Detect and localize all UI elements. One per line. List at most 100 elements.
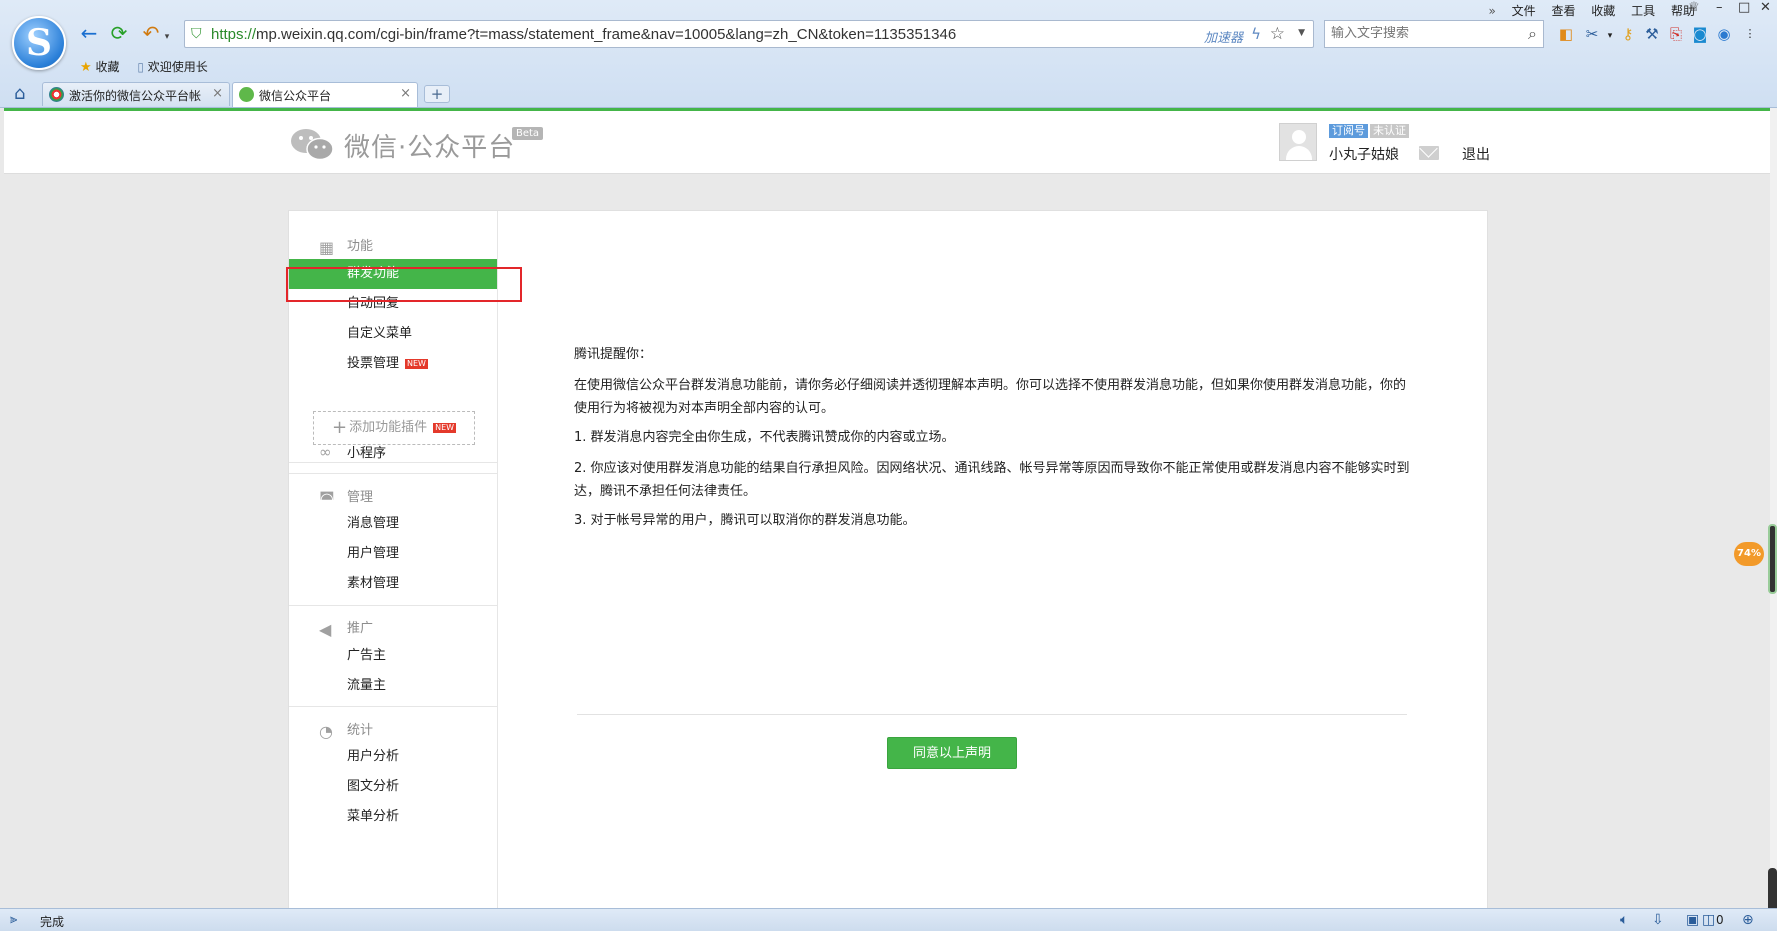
back-arrow-icon[interactable]: ← xyxy=(78,22,100,44)
scissors-dropdown-icon[interactable]: ▾ xyxy=(1600,26,1620,46)
plus-icon: + xyxy=(331,417,348,438)
undo-icon[interactable]: ↶ xyxy=(140,22,162,44)
overflow-icon[interactable]: ⋮ xyxy=(1740,24,1760,44)
skin-icon[interactable]: ♕ xyxy=(1688,0,1700,15)
section-functions-label: 功能 xyxy=(347,239,374,254)
sidebar-item-publisher[interactable]: 流量主 xyxy=(289,671,497,701)
flash-icon[interactable]: ϟ xyxy=(1251,25,1261,43)
statement-intro: 在使用微信公众平台群发消息功能前，请你务必仔细阅读并透彻理解本声明。你可以选择不… xyxy=(574,378,1407,416)
bookmark-favorites[interactable]: ★ 收藏 xyxy=(80,58,120,75)
menu-tools[interactable]: 工具 xyxy=(1631,4,1655,18)
new-tab-button[interactable]: + xyxy=(424,85,450,103)
section-functions: ▦ 功能 xyxy=(319,235,373,256)
document-icon: ▯ xyxy=(137,60,144,74)
sidebar-item-mass-send[interactable]: 群发功能 xyxy=(289,259,497,289)
sidebar-item-miniprogram[interactable]: ∞ 小程序 xyxy=(289,437,497,467)
minimize-button[interactable]: – xyxy=(1716,0,1723,15)
sidebar-item-custom-menu[interactable]: 自定义菜单 xyxy=(289,319,497,349)
browser-logo-icon[interactable]: S xyxy=(12,16,66,70)
divider xyxy=(289,706,497,707)
logout-link[interactable]: 退出 xyxy=(1462,144,1490,164)
wrench-icon[interactable]: ⚒ xyxy=(1642,24,1662,44)
more-apps-icon[interactable]: ◉ xyxy=(1714,24,1734,44)
section-manage: ◚ 管理 xyxy=(319,486,373,507)
inbox-icon: ◚ xyxy=(319,489,335,508)
sidebar-item-menu-analysis[interactable]: 菜单分析 xyxy=(289,802,497,832)
divider xyxy=(289,473,497,474)
statement-area: 腾讯提醒你： 在使用微信公众平台群发消息功能前，请你务必仔细阅读并透彻理解本声明… xyxy=(499,211,1487,911)
account-name[interactable]: 小丸子姑娘 xyxy=(1329,144,1399,164)
search-icon[interactable]: ⌕ xyxy=(1528,24,1537,44)
home-icon[interactable]: ⌂ xyxy=(14,83,25,104)
sidebar-item-vote-manage[interactable]: 投票管理 NEW xyxy=(289,349,497,379)
address-bar[interactable]: ⛉ https://mp.weixin.qq.com/cgi-bin/frame… xyxy=(184,20,1314,48)
sidebar-item-advertiser[interactable]: 广告主 xyxy=(289,641,497,671)
maximize-button[interactable]: □ xyxy=(1738,0,1750,15)
sidebar-item-materials[interactable]: 素材管理 xyxy=(289,569,497,599)
statement-point-3: 3. 对于帐号异常的用户，腾讯可以取消你的群发消息功能。 xyxy=(574,513,916,528)
sidebar-item-article-analysis[interactable]: 图文分析 xyxy=(289,772,497,802)
translate-icon[interactable]: ⎘ xyxy=(1666,24,1686,44)
close-window-button[interactable]: ✕ xyxy=(1760,0,1771,15)
sidebar-toggle-icon[interactable]: ◧ xyxy=(1556,24,1576,44)
sidebar-item-messages[interactable]: 消息管理 xyxy=(289,509,497,539)
star-icon: ★ xyxy=(80,60,92,75)
divider xyxy=(289,605,497,606)
mail-icon[interactable] xyxy=(1419,146,1439,160)
play-icon[interactable]: ⫸ xyxy=(10,912,17,927)
url-text[interactable]: https://mp.weixin.qq.com/cgi-bin/frame?t… xyxy=(211,26,956,43)
reload-icon[interactable]: ⟳ xyxy=(108,22,130,44)
menu-file[interactable]: 文件 xyxy=(1512,4,1536,18)
section-promote-label: 推广 xyxy=(347,621,374,636)
agree-statement-button[interactable]: 同意以上声明 xyxy=(887,737,1017,769)
wechat-icon xyxy=(239,87,254,102)
avatar[interactable] xyxy=(1279,123,1317,161)
new-badge: NEW xyxy=(405,359,428,369)
new-badge: NEW xyxy=(433,423,457,433)
scrollbar[interactable] xyxy=(1770,108,1777,908)
sidebar-item-auto-reply[interactable]: 自动回复 xyxy=(289,289,497,319)
status-text: 完成 xyxy=(40,915,65,929)
browser-chrome: S ← ⟳ ↶ ▾ ⛉ https://mp.weixin.qq.com/cgi… xyxy=(0,0,1777,108)
undo-dropdown-icon[interactable]: ▾ xyxy=(162,26,172,48)
section-manage-label: 管理 xyxy=(347,490,374,505)
sidebar-item-user-analysis[interactable]: 用户分析 xyxy=(289,742,497,772)
url-protocol: https:// xyxy=(211,26,257,43)
scissors-icon[interactable]: ✂ xyxy=(1582,24,1602,44)
tab-bar: ⌂ 激活你的微信公众平台帐 × 微信公众平台 × + xyxy=(0,82,1777,107)
search-input[interactable] xyxy=(1331,26,1511,41)
wechat-logo-icon[interactable] xyxy=(290,127,334,161)
bookmark-favorites-label: 收藏 xyxy=(95,60,120,74)
account-type-badge: 订阅号 xyxy=(1329,124,1368,138)
tab-activate-account[interactable]: 激活你的微信公众平台帐 × xyxy=(42,82,230,106)
bookmark-star-icon[interactable]: ☆ xyxy=(1270,24,1285,44)
sidebar-item-users[interactable]: 用户管理 xyxy=(289,539,497,569)
performance-badge[interactable]: 74% xyxy=(1734,542,1764,566)
menu-view[interactable]: 查看 xyxy=(1551,4,1575,18)
bookmark-welcome[interactable]: ▯ 欢迎使用长 xyxy=(137,58,207,75)
megaphone-icon: ◀ xyxy=(319,620,332,639)
download-icon[interactable]: ⇩ xyxy=(1652,912,1664,928)
key-icon[interactable]: ⚷ xyxy=(1618,24,1638,44)
image-icon[interactable]: ▣ xyxy=(1686,912,1699,928)
scrollbar-thumb[interactable] xyxy=(1768,524,1777,594)
tab-close-icon[interactable]: × xyxy=(400,86,411,101)
tab-close-icon[interactable]: × xyxy=(212,86,223,101)
zoom-icon[interactable]: ⊕ xyxy=(1742,912,1754,928)
sidebar-item-miniprogram-label: 小程序 xyxy=(347,446,387,461)
divider xyxy=(577,714,1407,715)
tab-title: 激活你的微信公众平台帐 xyxy=(69,89,202,103)
tab-wechat-platform[interactable]: 微信公众平台 × xyxy=(232,82,418,107)
main-panel: ▦ 功能 群发功能 自动回复 自定义菜单 投票管理 NEW + 添加功能插件 NEW ∞… xyxy=(288,210,1488,911)
menu-more[interactable]: » xyxy=(1488,4,1495,18)
menu-favorites[interactable]: 收藏 xyxy=(1591,4,1615,18)
browser-service-icon[interactable]: ◙ xyxy=(1690,24,1710,44)
platform-title[interactable]: 微信·公众平台 xyxy=(344,127,515,164)
volume-icon[interactable]: 🔈︎ xyxy=(1620,912,1628,928)
url-path: mp.weixin.qq.com/cgi-bin/frame?t=mass/st… xyxy=(256,26,957,43)
verification-badge[interactable]: 未认证 xyxy=(1370,124,1409,138)
search-box[interactable]: ⌕ xyxy=(1324,20,1544,48)
statement-point-1: 1. 群发消息内容完全由你生成，不代表腾讯赞成你的内容或立场。 xyxy=(574,430,955,445)
accelerator-label[interactable]: 加速器 xyxy=(1204,27,1243,46)
url-dropdown-icon[interactable]: ▼ xyxy=(1298,28,1305,38)
